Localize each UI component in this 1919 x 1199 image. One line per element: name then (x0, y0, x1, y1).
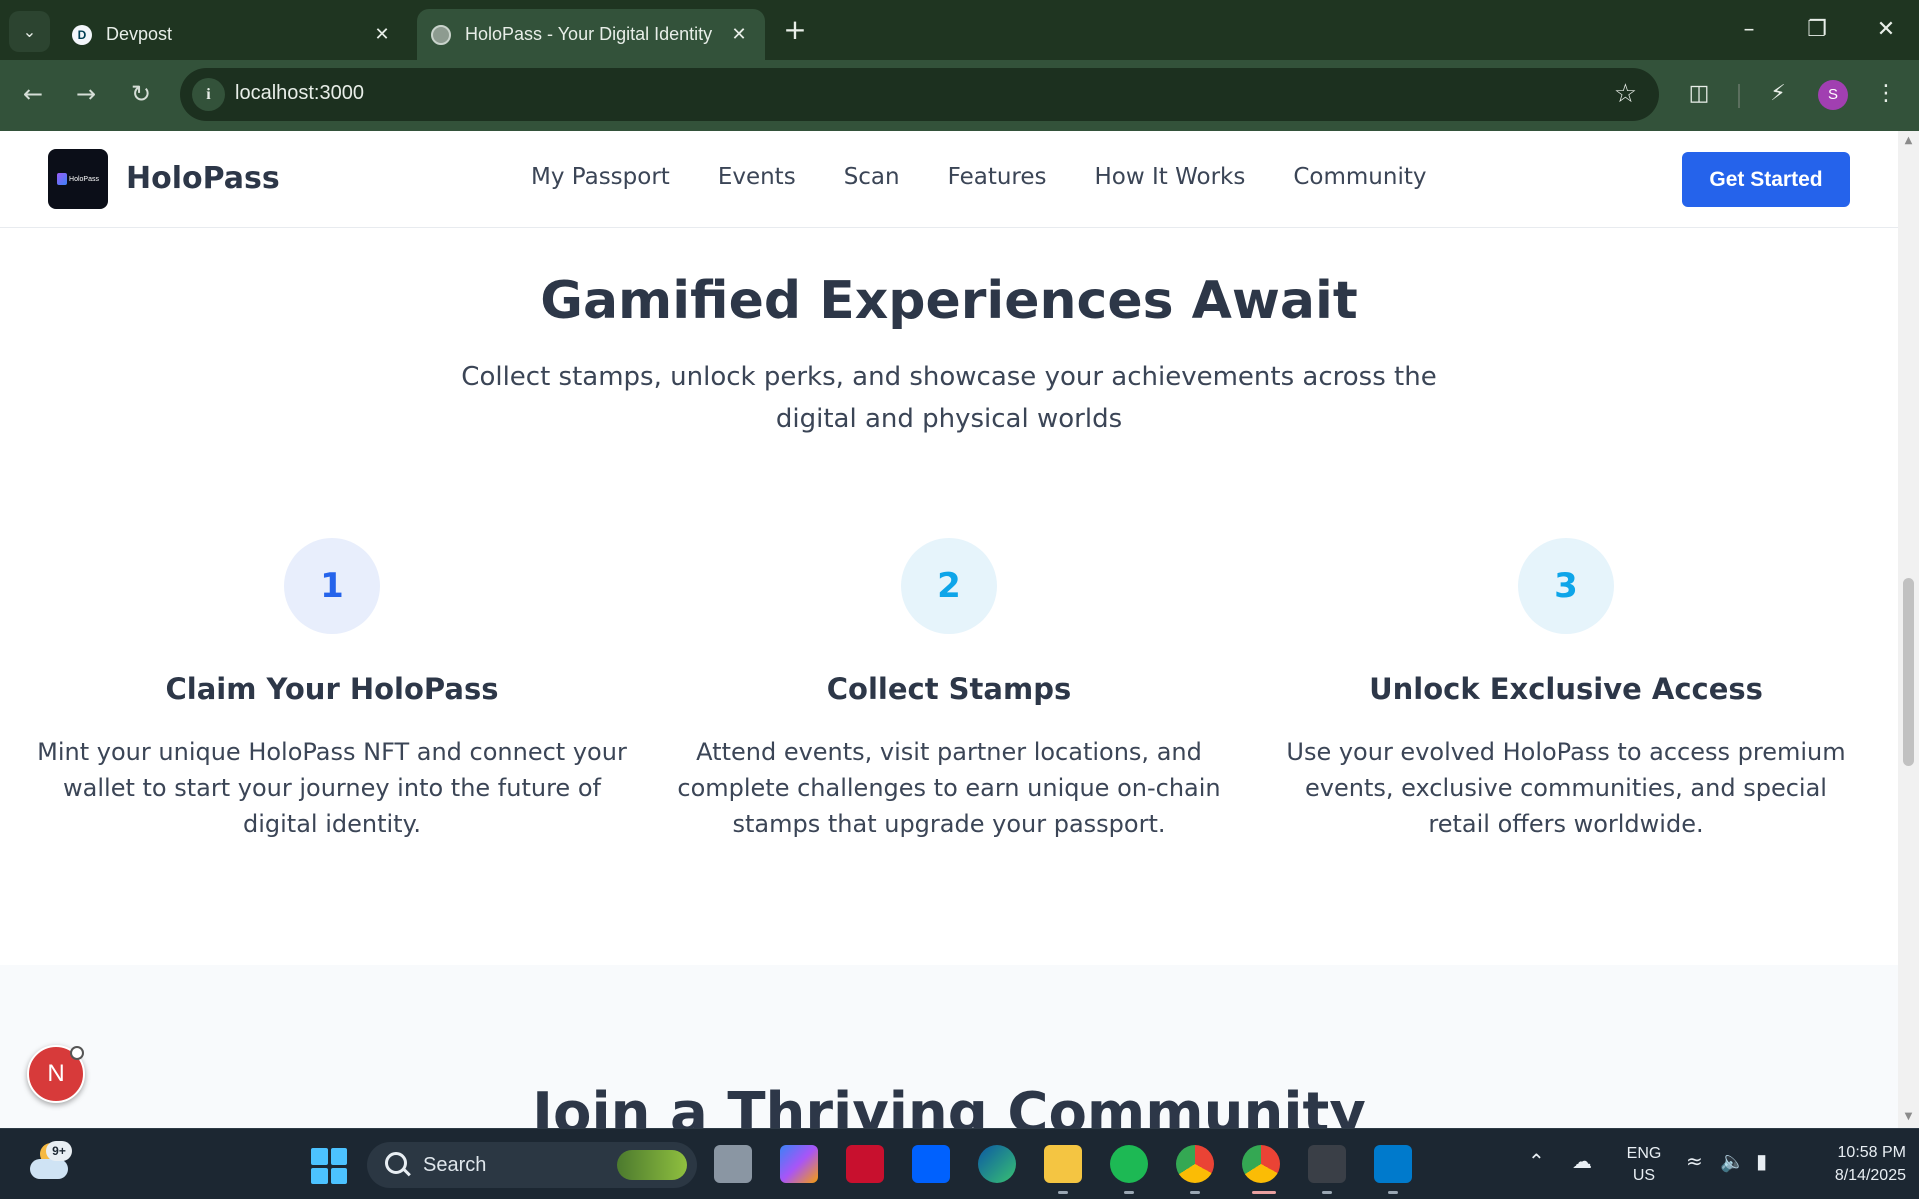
scroll-down-arrow-icon[interactable]: ▼ (1902, 1111, 1915, 1122)
tab-title: HoloPass - Your Digital Identity (465, 24, 713, 44)
restore-button[interactable]: ❐ (1797, 10, 1837, 50)
clock[interactable]: 10:58 PM 8/14/2025 (1798, 1129, 1906, 1199)
dropbox-icon[interactable] (912, 1145, 950, 1183)
time: 10:58 PM (1837, 1144, 1906, 1161)
tab-devpost[interactable]: D Devpost ✕ (58, 9, 408, 60)
section-title: Gamified Experiences Await (540, 271, 1358, 331)
step-description: Mint your unique HoloPass NFT and connec… (37, 738, 627, 838)
edge-icon[interactable] (978, 1145, 1016, 1183)
chrome-icon[interactable] (1176, 1145, 1214, 1183)
volume-icon[interactable]: 🔈 (1720, 1149, 1745, 1173)
spotify-icon[interactable] (1110, 1145, 1148, 1183)
start-button[interactable] (311, 1148, 347, 1184)
step-description: Attend events, visit partner locations, … (677, 738, 1221, 838)
task-view-icon[interactable] (714, 1145, 752, 1183)
section-subtitle: Collect stamps, unlock perks, and showca… (461, 362, 1437, 434)
language-code: ENG (1626, 1145, 1662, 1162)
nav-features[interactable]: Features (948, 164, 1047, 190)
search-placeholder: Search (423, 1154, 487, 1176)
notification-count-badge: 9+ (46, 1141, 72, 1161)
date: 8/14/2025 (1834, 1167, 1906, 1184)
site-header: HoloPass HoloPass My Passport Events Sca… (0, 131, 1898, 228)
step-title: Collect Stamps (826, 672, 1072, 706)
menu-kebab-icon[interactable]: ⋮ (1868, 76, 1904, 112)
nav-my-passport[interactable]: My Passport (531, 164, 670, 190)
page-scrollbar[interactable]: ▲ ▼ (1898, 131, 1919, 1128)
reload-button[interactable]: ↻ (123, 76, 159, 112)
chevron-down-icon: ⌄ (22, 22, 37, 41)
minimize-button[interactable]: – (1729, 10, 1769, 50)
language-indicator[interactable]: ENG US (1622, 1129, 1666, 1199)
battery-icon[interactable]: ▮ (1756, 1149, 1767, 1173)
toolbar-divider (1738, 84, 1740, 108)
nav-community[interactable]: Community (1293, 164, 1426, 190)
close-icon[interactable]: ✕ (727, 24, 751, 45)
url-text[interactable]: localhost:3000 (235, 82, 364, 105)
step-card: 2 Collect Stamps Attend events, visit pa… (649, 538, 1249, 842)
chrome-active-icon[interactable] (1242, 1145, 1280, 1183)
devpost-favicon-icon: D (72, 24, 92, 45)
step-description: Use your evolved HoloPass to access prem… (1286, 738, 1846, 838)
wifi-icon[interactable]: ≈ (1686, 1149, 1703, 1173)
dev-indicator-status-dot (70, 1046, 84, 1060)
browser-chrome: ⌄ D Devpost ✕ HoloPass - Your Digital Id… (0, 0, 1919, 131)
tab-search-button[interactable]: ⌄ (9, 11, 50, 52)
step-card: 3 Unlock Exclusive Access Use your evolv… (1266, 538, 1866, 842)
new-tab-button[interactable]: + (778, 14, 812, 48)
scrollbar-thumb[interactable] (1903, 578, 1914, 766)
mcafee-icon[interactable] (846, 1145, 884, 1183)
step-title: Unlock Exclusive Access (1369, 672, 1763, 706)
copilot-icon[interactable] (780, 1145, 818, 1183)
chevron-up-icon[interactable]: ⌃ (1528, 1149, 1545, 1173)
search-icon (385, 1152, 407, 1174)
scroll-up-arrow-icon[interactable]: ▲ (1902, 135, 1915, 146)
weather-widget[interactable]: 9+ (24, 1141, 72, 1187)
back-button[interactable]: ← (15, 76, 51, 112)
tab-strip: ⌄ D Devpost ✕ HoloPass - Your Digital Id… (0, 0, 1919, 60)
forward-button[interactable]: → (68, 76, 104, 112)
holopass-logo[interactable]: HoloPass (48, 149, 108, 209)
step-number-badge: 3 (1518, 538, 1614, 634)
logo-text: HoloPass (69, 175, 99, 183)
browser-toolbar: ← → ↻ i localhost:3000 ☆ ◫ ⚡ S ⋮ (0, 60, 1919, 131)
brand-name[interactable]: HoloPass (126, 161, 280, 196)
performance-icon[interactable]: ⚡ (1760, 76, 1796, 112)
taskbar-search[interactable]: Search (367, 1142, 697, 1188)
cloud-icon (30, 1159, 68, 1179)
main-nav: My Passport Events Scan Features How It … (531, 164, 1426, 190)
address-bar[interactable]: i localhost:3000 ☆ (180, 68, 1659, 121)
step-card: 1 Claim Your HoloPass Mint your unique H… (32, 538, 632, 842)
terminal-icon[interactable] (1308, 1145, 1346, 1183)
page-viewport: HoloPass HoloPass My Passport Events Sca… (0, 131, 1898, 1128)
step-number-badge: 2 (901, 538, 997, 634)
profile-avatar[interactable]: S (1818, 80, 1848, 110)
vscode-icon[interactable] (1374, 1145, 1412, 1183)
extensions-icon[interactable]: ◫ (1681, 76, 1717, 112)
community-section-title: Join a Thriving Community (532, 1081, 1366, 1128)
get-started-button[interactable]: Get Started (1682, 152, 1850, 207)
bookmark-star-icon[interactable]: ☆ (1614, 78, 1637, 111)
windows-taskbar: 9+ Search ⌃ ☁ ENG US ≈ 🔈 ▮ 10:58 PM 8/14… (0, 1128, 1919, 1199)
close-icon[interactable]: ✕ (370, 24, 394, 45)
file-explorer-icon[interactable] (1044, 1145, 1082, 1183)
globe-icon (431, 24, 451, 45)
tab-holopass[interactable]: HoloPass - Your Digital Identity ✕ (417, 9, 765, 60)
close-window-button[interactable]: ✕ (1866, 10, 1906, 50)
site-info-icon[interactable]: i (192, 78, 225, 111)
tab-title: Devpost (106, 24, 173, 44)
step-number-badge: 1 (284, 538, 380, 634)
step-title: Claim Your HoloPass (165, 672, 499, 706)
nav-events[interactable]: Events (718, 164, 796, 190)
nav-scan[interactable]: Scan (844, 164, 900, 190)
onedrive-cloud-icon[interactable]: ☁ (1572, 1149, 1592, 1173)
region-code: US (1632, 1167, 1656, 1184)
nav-how-it-works[interactable]: How It Works (1095, 164, 1246, 190)
logo-gem-icon (57, 173, 68, 185)
search-highlight-image (617, 1150, 687, 1180)
